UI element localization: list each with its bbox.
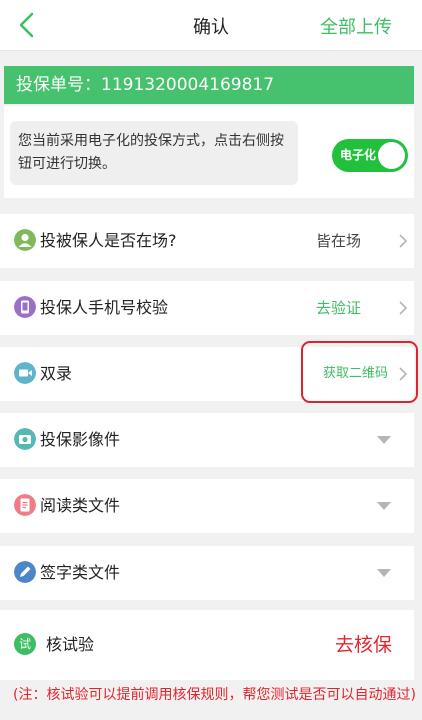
electronic-mode-toggle[interactable]: 电子化 bbox=[332, 139, 408, 172]
verify-link[interactable]: 去验证 bbox=[316, 281, 361, 335]
row-insured-presence[interactable]: 投被保人是否在场? 皆在场 bbox=[0, 214, 414, 268]
toggle-knob bbox=[378, 142, 405, 169]
row-label: 双录 bbox=[40, 364, 73, 383]
chevron-right-icon bbox=[399, 301, 408, 315]
row-label: 投保影像件 bbox=[40, 430, 121, 449]
pen-icon bbox=[14, 561, 36, 583]
camera-icon bbox=[14, 428, 36, 450]
row-label: 签字类文件 bbox=[40, 563, 121, 582]
row-signature-documents[interactable]: 签字类文件 bbox=[0, 546, 414, 600]
mode-notice-text: 您当前采用电子化的投保方式，点击右侧按钮可进行切换。 bbox=[10, 121, 298, 185]
go-underwrite-button[interactable]: 去核保 bbox=[335, 610, 392, 680]
trial-label: 核试验 bbox=[46, 635, 95, 654]
row-label: 投保人手机号校验 bbox=[40, 298, 169, 317]
chevron-down-icon bbox=[377, 436, 391, 444]
chevron-down-icon bbox=[377, 569, 391, 577]
nav-header: 确认 全部上传 bbox=[0, 0, 422, 51]
row-phone-verification[interactable]: 投保人手机号校验 去验证 bbox=[0, 281, 414, 335]
policy-number-label: 投保单号： bbox=[16, 75, 101, 95]
trial-note: (注：核试验可以提前调用核保规则，帮您测试是否可以自动通过) bbox=[13, 687, 416, 703]
video-icon bbox=[14, 362, 36, 384]
row-label: 投被保人是否在场? bbox=[40, 231, 177, 250]
electronic-mode-card: 您当前采用电子化的投保方式，点击右侧按钮可进行切换。 电子化 bbox=[4, 106, 414, 198]
document-icon bbox=[14, 494, 36, 516]
row-reading-documents[interactable]: 阅读类文件 bbox=[0, 479, 414, 533]
chevron-down-icon bbox=[377, 502, 391, 510]
toggle-label: 电子化 bbox=[340, 148, 377, 162]
policy-number-value: 1191320004169817 bbox=[101, 75, 275, 95]
row-policy-images[interactable]: 投保影像件 bbox=[0, 413, 414, 467]
highlight-annotation bbox=[301, 341, 418, 403]
policy-number-bar: 投保单号：1191320004169817 bbox=[4, 66, 414, 104]
row-label: 阅读类文件 bbox=[40, 496, 121, 515]
row-value: 皆在场 bbox=[315, 232, 361, 250]
person-icon bbox=[14, 229, 36, 251]
trial-badge-icon: 试 bbox=[14, 633, 36, 655]
row-underwriting-trial: 试 核试验 去核保 bbox=[0, 610, 414, 680]
upload-all-button[interactable]: 全部上传 bbox=[320, 13, 392, 39]
phone-icon bbox=[14, 296, 36, 318]
chevron-right-icon bbox=[399, 234, 408, 248]
